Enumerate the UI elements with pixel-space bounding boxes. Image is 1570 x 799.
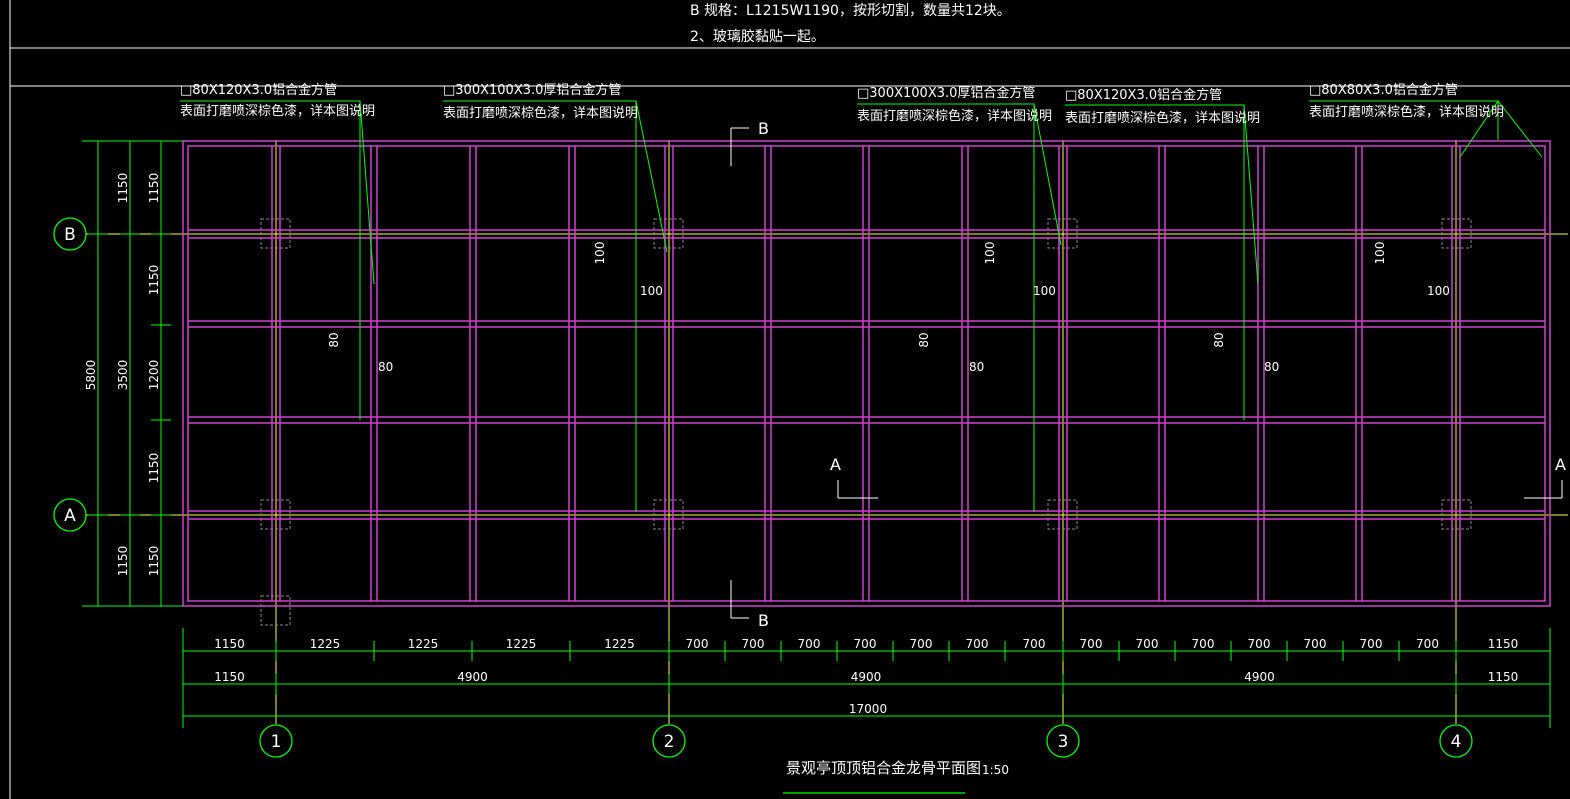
callout-3-line2: 表面打磨喷深棕色漆，详本图说明 — [857, 108, 1052, 124]
left-dim-outer-2: 5800 — [84, 360, 98, 391]
member-dim-h80-3: 80 — [1264, 360, 1279, 374]
drawing-scale: 1:50 — [982, 763, 1009, 777]
leader-line-9 — [1497, 100, 1543, 158]
member-dim-v80-3: 80 — [1212, 332, 1226, 347]
bottom-dim-row1-label-0: 1150 — [214, 637, 245, 651]
left-dim-inner-4: 1150 — [147, 453, 161, 484]
bottom-dim-row1-label-9: 700 — [910, 637, 933, 651]
leader-line-4 — [857, 103, 1062, 246]
member-dim-v80-1: 80 — [327, 332, 341, 347]
bottom-dim-row1-label-17: 700 — [1360, 637, 1383, 651]
callout-4-line1: □80X120X3.0铝合金方管 — [1065, 87, 1222, 103]
note-line-2: 2、玻璃胶黏贴一起。 — [690, 28, 825, 45]
callout-2-line2: 表面打磨喷深棕色漆，详本图说明 — [443, 105, 638, 121]
roof-framing-plan: B 规格：L1215W1190，按形切割，数量共12块。 2、玻璃胶黏贴一起。 … — [9, 0, 1570, 799]
left-dim-inner-3: 1200 — [147, 360, 161, 391]
bottom-dim-row1-label-10: 700 — [966, 637, 989, 651]
bottom-dim-row2-label-2: 4900 — [851, 670, 882, 684]
axis-label-3: 3 — [1058, 732, 1069, 752]
bottom-dim-row1-label-6: 700 — [742, 637, 765, 651]
bottom-dim-row1-label-5: 700 — [686, 637, 709, 651]
bottom-dim-row2-label-3: 4900 — [1244, 670, 1275, 684]
bottom-dim-row1-label-14: 700 — [1192, 637, 1215, 651]
leader-line-0 — [180, 100, 375, 285]
left-dim-outer-1: 1150 — [116, 173, 130, 204]
section-b-bottom: B — [758, 611, 769, 630]
bottom-dim-row2-label-1: 4900 — [457, 670, 488, 684]
bottom-dim-row2-label-4: 1150 — [1488, 670, 1519, 684]
callout-5-line1: □80X80X3.0铝合金方管 — [1309, 82, 1458, 98]
bottom-dim-row1-label-15: 700 — [1248, 637, 1271, 651]
bottom-dim-row2-label-0: 1150 — [214, 670, 245, 684]
bottom-dim-row-1: 1150 1225 1225 1225 1225 700 700 700 700 700 700 70… — [214, 637, 1518, 651]
bottom-dim-row1-label-19: 1150 — [1488, 637, 1519, 651]
member-dim-v80-2: 80 — [917, 332, 931, 347]
left-dim-outer-3: 1150 — [116, 546, 130, 577]
bottom-dim-row1-label-13: 700 — [1136, 637, 1159, 651]
member-dim-h100-1: 100 — [640, 284, 663, 298]
section-a-mid: A — [830, 455, 841, 474]
axis-grid-lines — [86, 140, 1568, 724]
callout-1-line1: □80X120X3.0铝合金方管 — [180, 82, 337, 98]
bottom-dim-row1-label-8: 700 — [854, 637, 877, 651]
bottom-dim-row1-label-11: 700 — [1023, 637, 1046, 651]
member-dim-v100-3: 100 — [1373, 242, 1387, 265]
note-line-1: B 规格：L1215W1190，按形切割，数量共12块。 — [690, 2, 1011, 19]
bottom-dim-row1-label-2: 1225 — [408, 637, 439, 651]
left-dim-inner-2: 1150 — [147, 265, 161, 296]
callout-5-line2: 表面打磨喷深棕色漆，详本图说明 — [1309, 104, 1504, 120]
member-dim-h100-2: 100 — [1033, 284, 1056, 298]
bottom-dim-row1-label-4: 1225 — [604, 637, 635, 651]
callout-4-line2: 表面打磨喷深棕色漆，详本图说明 — [1065, 110, 1260, 126]
section-b-top: B — [758, 119, 769, 138]
bottom-dim-row-2: 1150 4900 4900 4900 1150 — [214, 670, 1518, 684]
left-dim-inner-1: 1150 — [147, 173, 161, 204]
section-a-right: A — [1555, 455, 1566, 474]
bottom-dim-total: 17000 — [849, 702, 887, 716]
axis-label-b: B — [64, 225, 76, 245]
bottom-dim-row1-label-18: 700 — [1416, 637, 1439, 651]
member-dim-h100-3: 100 — [1427, 284, 1450, 298]
axis-label-a: A — [64, 506, 76, 526]
axis-label-2: 2 — [664, 732, 675, 752]
left-dim-middle-2: 3500 — [116, 360, 130, 391]
leader-line-6 — [1065, 104, 1259, 285]
drawing-title: 景观亭顶顶铝合金龙骨平面图 — [786, 759, 981, 777]
left-dim-inner-5: 1150 — [147, 546, 161, 577]
column-hidden-outlines — [260, 218, 1472, 626]
callout-1-line2: 表面打磨喷深棕色漆，详本图说明 — [180, 103, 375, 119]
callout-2-line1: □300X100X3.0厚铝合金方管 — [443, 82, 621, 98]
axis-label-1: 1 — [271, 732, 282, 752]
member-dim-h80-1: 80 — [378, 360, 393, 374]
callout-3-line1: □300X100X3.0厚铝合金方管 — [857, 85, 1035, 101]
bottom-dim-row1-label-12: 700 — [1080, 637, 1103, 651]
member-dim-v100-1: 100 — [593, 242, 607, 265]
bottom-dim-row1-label-1: 1225 — [310, 637, 341, 651]
member-dim-v100-2: 100 — [983, 242, 997, 265]
axis-label-4: 4 — [1451, 732, 1462, 752]
member-dim-h80-2: 80 — [969, 360, 984, 374]
bottom-dim-row1-label-3: 1225 — [506, 637, 537, 651]
bottom-dim-row1-label-16: 700 — [1304, 637, 1327, 651]
bottom-dim-row1-label-7: 700 — [798, 637, 821, 651]
